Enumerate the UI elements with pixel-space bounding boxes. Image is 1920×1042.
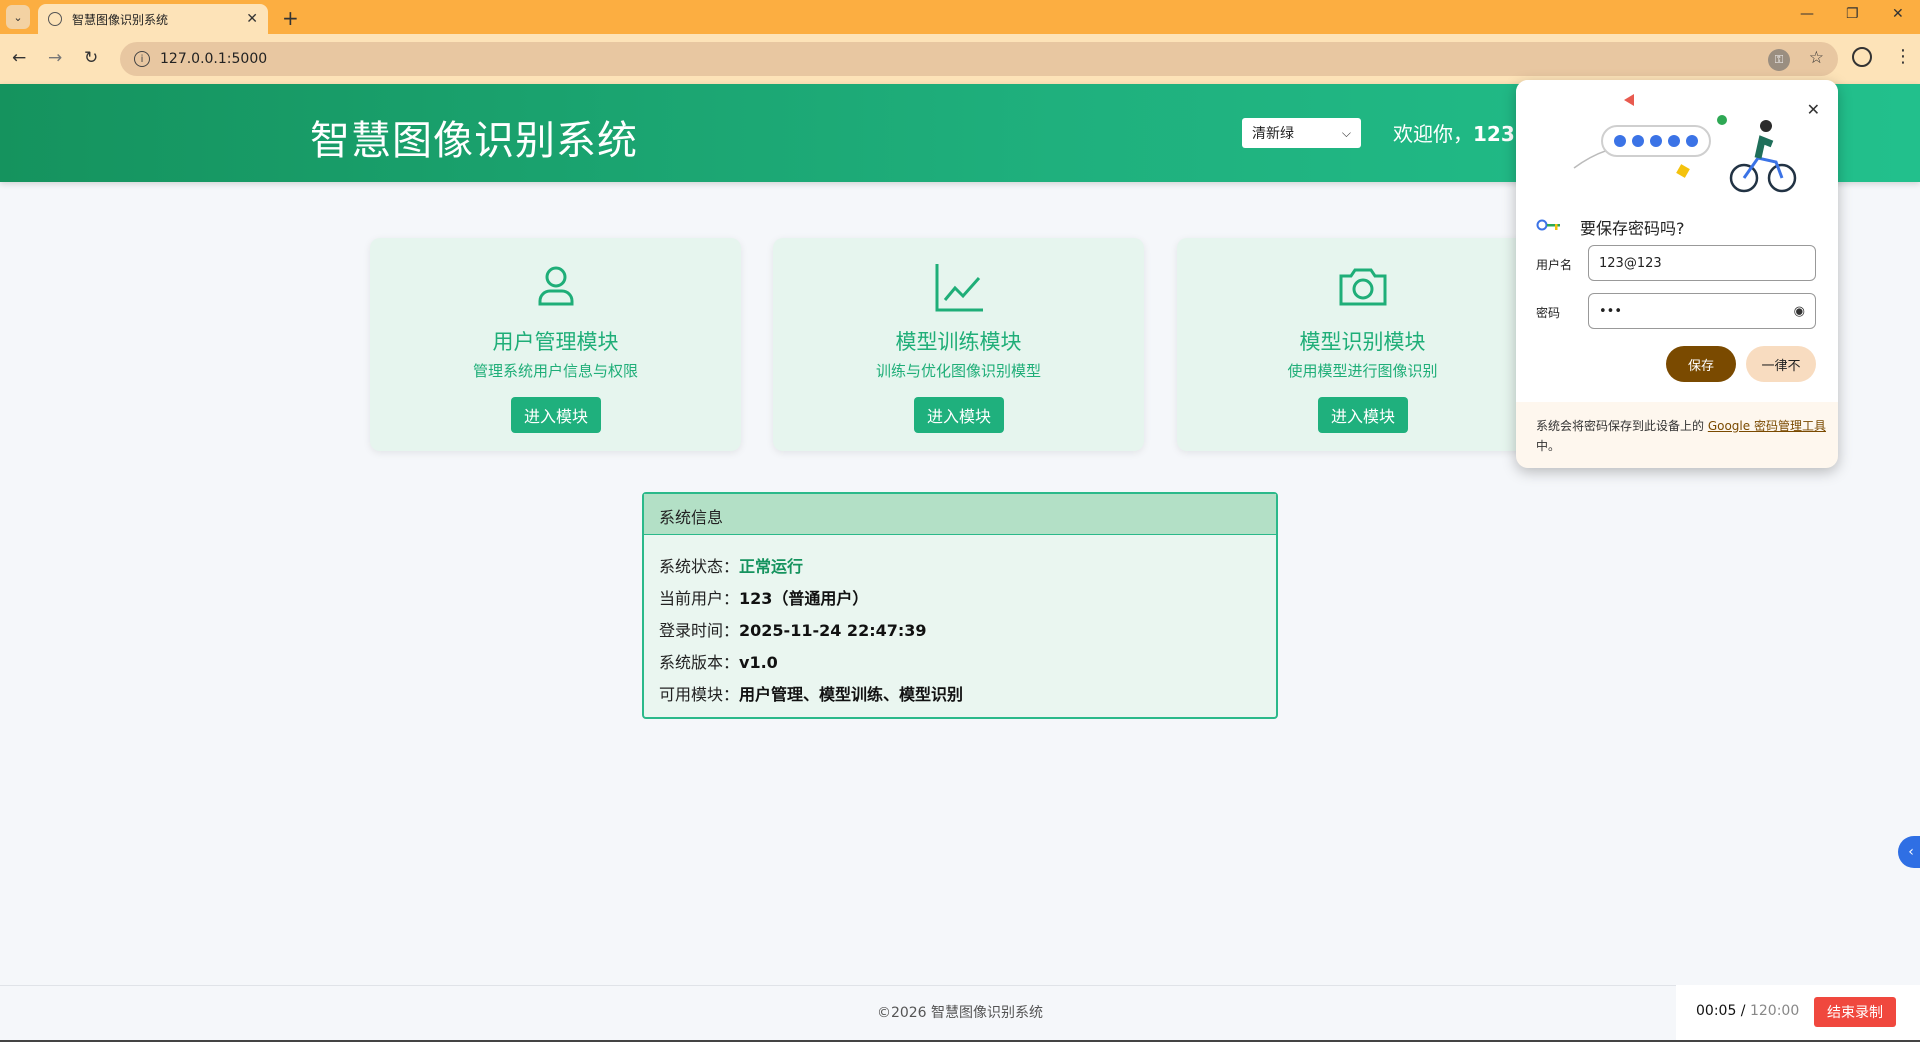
username-field[interactable]: 123@123	[1588, 245, 1816, 281]
username-value: 123@123	[1599, 255, 1662, 271]
system-info-panel: 系统信息 系统状态：正常运行 当前用户：123（普通用户） 登录时间：2025-…	[642, 492, 1278, 719]
module-title: 模型识别模块	[1299, 330, 1426, 354]
enter-recognition-module-button[interactable]: 进入模块	[1318, 397, 1408, 433]
back-icon[interactable]: ←	[12, 48, 26, 68]
module-card-user-management: 用户管理模块 管理系统用户信息与权限 进入模块	[370, 238, 741, 451]
system-info-title: 系统信息	[644, 494, 1276, 535]
module-description: 管理系统用户信息与权限	[472, 362, 638, 380]
info-label: 可用模块：	[659, 685, 740, 704]
elapsed-time: 00:05	[1696, 1003, 1737, 1019]
recording-timer: 00:05 / 120:00	[1696, 1003, 1799, 1019]
welcome-prefix: 欢迎你，	[1393, 122, 1473, 146]
chevron-down-icon: ⌵	[1341, 125, 1351, 140]
browser-toolbar: ← → ↻ i 127.0.0.1:5000 ⚿ ☆ ⋮	[0, 34, 1920, 84]
timer-separator: /	[1736, 1003, 1750, 1019]
module-description: 使用模型进行图像识别	[1287, 362, 1438, 380]
theme-select[interactable]: 清新绿 ⌵	[1242, 118, 1361, 148]
page-footer: ©2026 智慧图像识别系统	[876, 1005, 1044, 1021]
info-row-modules: 可用模块：用户管理、模型训练、模型识别	[659, 681, 1261, 713]
password-field[interactable]: ••• ◉	[1588, 293, 1816, 329]
enter-user-module-button[interactable]: 进入模块	[511, 397, 601, 433]
info-row-user: 当前用户：123（普通用户）	[659, 585, 1261, 617]
address-bar[interactable]: i 127.0.0.1:5000 ⚿ ☆	[120, 42, 1838, 76]
reload-icon[interactable]: ↻	[84, 48, 98, 68]
popup-close-icon[interactable]: ✕	[1807, 100, 1820, 119]
key-icon	[1536, 219, 1560, 231]
window-close-icon[interactable]: ✕	[1892, 6, 1904, 22]
minimize-icon[interactable]: —	[1800, 6, 1814, 22]
chart-line-icon	[935, 264, 983, 312]
footer-suffix: 中。	[1536, 439, 1561, 453]
module-description: 训练与优化图像识别模型	[875, 362, 1041, 380]
profile-avatar-icon[interactable]	[1852, 47, 1872, 67]
info-label: 当前用户：	[659, 589, 740, 608]
info-value: v1.0	[739, 653, 778, 672]
site-info-icon[interactable]: i	[134, 51, 150, 67]
info-value: 123（普通用户）	[739, 589, 869, 608]
module-card-model-recognition: 模型识别模块 使用模型进行图像识别 进入模块	[1177, 238, 1548, 451]
tab-search-button[interactable]: ⌄	[6, 5, 30, 29]
restore-icon[interactable]: ❐	[1846, 6, 1859, 22]
total-time: 120:00	[1749, 1003, 1800, 1019]
password-key-icon[interactable]: ⚿	[1768, 49, 1790, 71]
info-row-login-time: 登录时间：2025-11-24 22:47:39	[659, 617, 1261, 649]
url-text[interactable]: 127.0.0.1:5000	[160, 51, 267, 67]
bookmark-star-icon[interactable]: ☆	[1809, 48, 1824, 68]
save-password-popup: ✕ 要保存密码吗? 用户名 123@123 密码 ••• ◉ 保存 一律不 系统…	[1516, 80, 1838, 468]
status-value: 正常运行	[739, 557, 804, 576]
never-save-button[interactable]: 一律不	[1746, 346, 1816, 382]
info-value: 2025-11-24 22:47:39	[739, 621, 927, 640]
stop-recording-button[interactable]: 结束录制	[1814, 997, 1896, 1027]
menu-kebab-icon[interactable]: ⋮	[1894, 46, 1912, 67]
info-label: 系统版本：	[659, 653, 740, 672]
enter-training-module-button[interactable]: 进入模块	[914, 397, 1004, 433]
user-icon	[538, 266, 573, 306]
module-title: 模型训练模块	[895, 330, 1022, 354]
popup-title: 要保存密码吗?	[1580, 219, 1685, 238]
info-row-version: 系统版本：v1.0	[659, 649, 1261, 681]
info-row-status: 系统状态：正常运行	[659, 553, 1261, 585]
popup-footer-text: 系统会将密码保存到此设备上的 Google 密码管理工具中。	[1536, 416, 1826, 456]
info-value: 用户管理、模型训练、模型识别	[739, 685, 964, 704]
chevron-left-icon: ‹	[1908, 844, 1914, 860]
new-tab-button[interactable]: +	[282, 6, 299, 30]
browser-tab[interactable]: 智慧图像识别系统 ✕	[38, 4, 268, 34]
chevron-down-icon: ⌄	[13, 10, 23, 24]
password-manager-link[interactable]: Google 密码管理工具	[1708, 419, 1826, 433]
welcome-username: 123	[1473, 122, 1515, 146]
eye-icon[interactable]: ◉	[1794, 304, 1805, 319]
password-value: •••	[1599, 303, 1623, 319]
tab-close-button[interactable]: ✕	[246, 11, 258, 27]
site-title: 智慧图像识别系统	[310, 118, 638, 164]
popup-body: ✕ 要保存密码吗? 用户名 123@123 密码 ••• ◉ 保存 一律不	[1516, 80, 1838, 402]
browser-tab-bar: ⌄ 智慧图像识别系统 ✕ + — ❐ ✕	[0, 0, 1920, 34]
tab-title: 智慧图像识别系统	[72, 12, 169, 27]
info-label: 登录时间：	[659, 621, 740, 640]
recording-widget: 00:05 / 120:00 结束录制	[1676, 985, 1920, 1042]
password-label: 密码	[1536, 306, 1561, 320]
info-label: 系统状态：	[659, 557, 740, 576]
module-title: 用户管理模块	[492, 330, 619, 354]
footer-prefix: 系统会将密码保存到此设备上的	[1536, 419, 1708, 433]
username-label: 用户名	[1536, 258, 1573, 272]
save-password-button[interactable]: 保存	[1666, 346, 1736, 382]
theme-select-value: 清新绿	[1252, 126, 1294, 142]
cyclist-illustration	[1573, 94, 1797, 193]
camera-icon	[1339, 268, 1386, 306]
side-panel-toggle[interactable]: ‹	[1898, 836, 1920, 868]
module-card-model-training: 模型训练模块 训练与优化图像识别模型 进入模块	[773, 238, 1144, 451]
forward-icon[interactable]: →	[48, 48, 62, 68]
welcome-text: 欢迎你，123	[1393, 118, 1515, 147]
globe-icon	[48, 12, 62, 26]
footer-divider	[0, 985, 1920, 986]
